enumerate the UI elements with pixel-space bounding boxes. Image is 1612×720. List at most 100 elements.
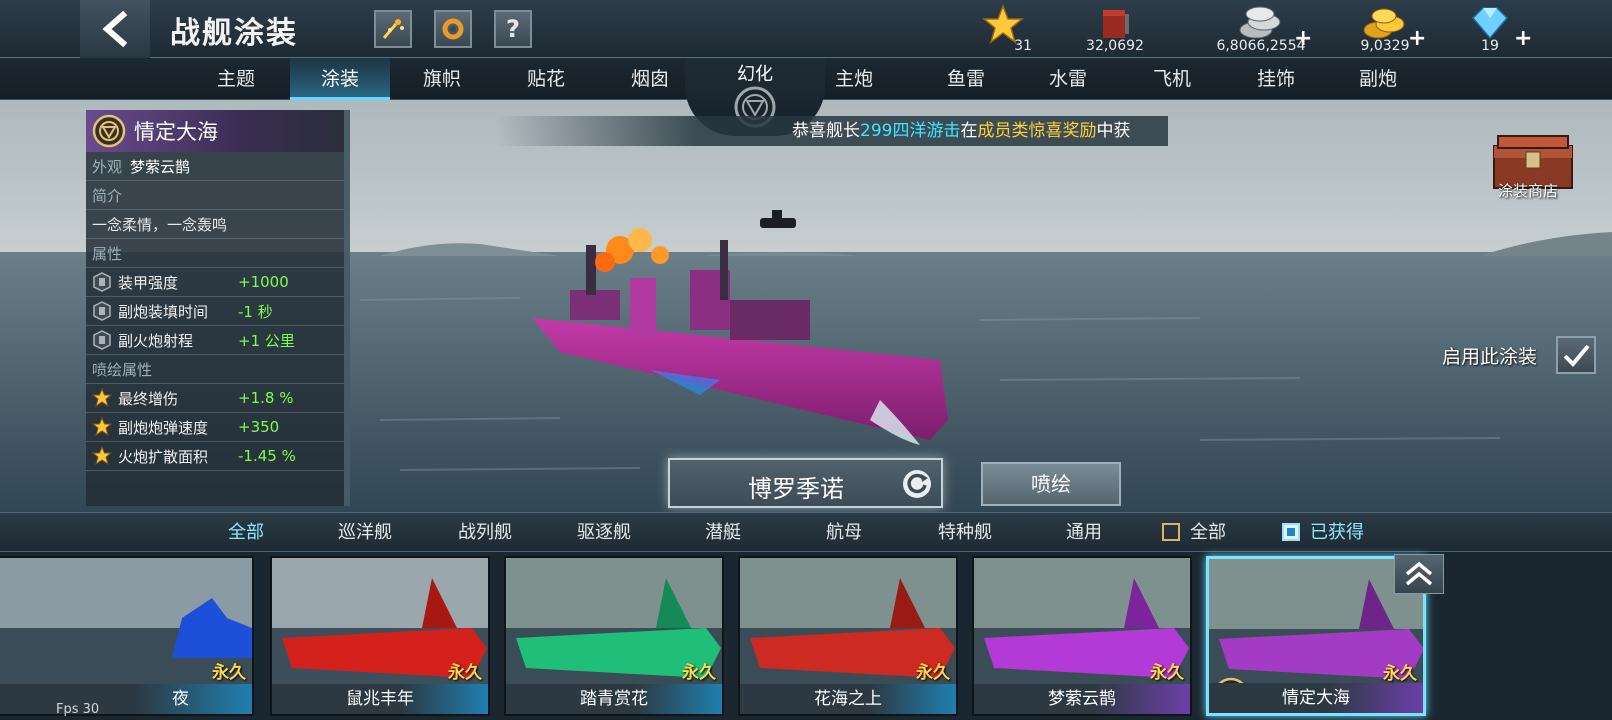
appearance-key: 外观 [92,157,123,176]
add-silver-button[interactable]: + [1294,26,1312,51]
tab-torpedo[interactable]: 鱼雷 [916,58,1016,100]
attribute-value: +1 公里 [238,331,295,350]
star-badge-icon [92,417,112,437]
ship-type-filter: 全部 巡洋舰 战列舰 驱逐舰 潜艇 航母 特种舰 通用 全部 已获得 [0,512,1612,552]
resource-paint[interactable]: 32,0692 [1060,2,1170,56]
permanent-tag: 永久 [1150,663,1184,683]
ship-name: 博罗季诺 [748,475,844,503]
tab-flag[interactable]: 旗帜 [392,58,492,100]
marquee-text-3: 中获 [1096,121,1131,141]
skin-card[interactable]: 永久 鼠兆丰年 [270,556,490,716]
switch-ship-icon[interactable] [901,468,933,500]
spray-attribute-row: 火炮扩散面积 -1.45 % [86,442,344,471]
settings-button[interactable] [434,10,472,48]
skin-info-header: 情定大海 [86,110,344,152]
tab-theme[interactable]: 主题 [186,58,286,100]
skin-card[interactable]: 永久 踏青赏花 [504,556,724,716]
top-bar: 战舰涂装 ? 31 32,0692 6,8066,2554 + 9,0329 +… [0,0,1612,58]
permanent-tag: 永久 [1383,664,1417,684]
permanent-tag: 永久 [916,663,950,683]
skin-emblem-icon [92,114,126,148]
skin-card[interactable]: 永久 梦萦云鹊 [972,556,1192,716]
skin-card[interactable]: 永久 夜 [0,556,254,716]
filter-submarine[interactable]: 潜艇 [705,513,741,553]
back-arrow-icon [102,10,128,48]
skin-card-name: 情定大海 [1209,683,1423,713]
fps-counter: Fps 30 [56,702,100,717]
tab-aircraft[interactable]: 飞机 [1122,58,1222,100]
marquee-reward: 成员类惊喜奖励 [977,121,1097,141]
add-diamond-button[interactable]: + [1514,26,1532,51]
skin-info-panel: 情定大海 外观 梦萦云鹊 简介 一念柔情，一念轰鸣 属性 装甲强度 +1000 … [86,110,350,506]
skin-card-name: 夜 [0,684,252,714]
ship-selector[interactable]: 博罗季诺 [668,458,943,508]
spray-attribute-name: 最终增伤 [118,389,179,408]
spray-attribute-row: 最终增伤 +1.8 % [86,384,344,413]
tab-morph-label: 幻化 [737,64,773,85]
filter-special[interactable]: 特种舰 [938,513,992,553]
tab-ornament[interactable]: 挂饰 [1226,58,1326,100]
permanent-tag: 永久 [448,663,482,683]
resource-stars[interactable]: 31 [948,2,1058,56]
apply-skin-label: 启用此涂装 [1442,346,1538,368]
collapse-list-button[interactable] [1394,554,1444,594]
intro-text-value: 一念柔情，一念轰鸣 [92,215,228,234]
spray-attribute-value: -1.45 % [238,447,296,465]
broadcast-marquee: 恭喜舰长299四洋游击在成员类惊喜奖励中获 [496,116,1168,146]
spray-attribute-value: +350 [238,418,280,436]
owned-checkbox[interactable] [1282,523,1300,541]
filter-all[interactable]: 全部 [228,513,264,553]
spray-attribute-value: +1.8 % [238,389,294,407]
skin-card-name: 花海之上 [740,684,956,714]
hex-bolt-icon [93,301,111,321]
attribute-name: 副炮装填时间 [118,302,209,321]
help-button[interactable]: ? [494,10,532,48]
attribute-name: 装甲强度 [118,273,179,292]
spray-attribute-name: 副炮炮弹速度 [118,418,209,437]
paint-shop-button[interactable]: 涂装商店 [1488,132,1592,206]
skin-card[interactable]: 永久 花海之上 [738,556,958,716]
tab-mine[interactable]: 水雷 [1018,58,1118,100]
intro-text: 一念柔情，一念轰鸣 [86,210,344,239]
hex-bolt-icon [93,272,111,292]
filter-carrier[interactable]: 航母 [826,513,862,553]
marquee-text-2: 在 [960,121,978,141]
apply-skin-checkbox[interactable] [1556,336,1596,374]
star-badge-icon [92,388,112,408]
spray-button[interactable]: 喷绘 [981,462,1121,506]
owned-label: 已获得 [1310,522,1364,543]
skin-card-selected[interactable]: 永久 情定大海 [1206,556,1426,716]
attribute-name: 副火炮射程 [118,331,194,350]
tab-paint[interactable]: 涂装 [290,58,390,100]
marquee-text-1: 恭喜舰长 [792,121,860,141]
filter-cruiser[interactable]: 巡洋舰 [338,513,392,553]
check-all-checkbox[interactable] [1162,523,1180,541]
add-gold-button[interactable]: + [1408,26,1426,51]
skin-name: 情定大海 [134,120,218,144]
attribute-row: 装甲强度 +1000 [86,268,344,297]
attribute-header: 属性 [86,239,344,268]
skin-card-name: 踏青赏花 [506,684,722,714]
attribute-row: 副火炮射程 +1 公里 [86,326,344,355]
attribute-value: +1000 [238,273,289,291]
marquee-player: 299四洋游击 [860,121,961,141]
skin-card-name: 梦萦云鹊 [974,684,1190,714]
intro-header: 简介 [86,181,344,210]
spray-attribute-header: 喷绘属性 [86,355,344,384]
tab-secondary-gun[interactable]: 副炮 [1328,58,1428,100]
filter-battleship[interactable]: 战列舰 [458,513,512,553]
tab-decal[interactable]: 贴花 [496,58,596,100]
page-title: 战舰涂装 [170,16,298,51]
resource-stars-value: 31 [1014,38,1032,54]
double-chevron-up-icon [1405,561,1433,586]
spray-attribute-row: 副炮炮弹速度 +350 [86,413,344,442]
appearance-row: 外观 梦萦云鹊 [86,152,344,181]
fireworks-button[interactable] [374,10,412,48]
back-button[interactable] [80,0,150,58]
checkmark-icon [1563,344,1590,367]
filter-general[interactable]: 通用 [1066,513,1102,553]
star-badge-icon [92,446,112,466]
hex-bolt-icon [93,330,111,350]
attribute-row: 副炮装填时间 -1 秒 [86,297,344,326]
filter-destroyer[interactable]: 驱逐舰 [577,513,631,553]
